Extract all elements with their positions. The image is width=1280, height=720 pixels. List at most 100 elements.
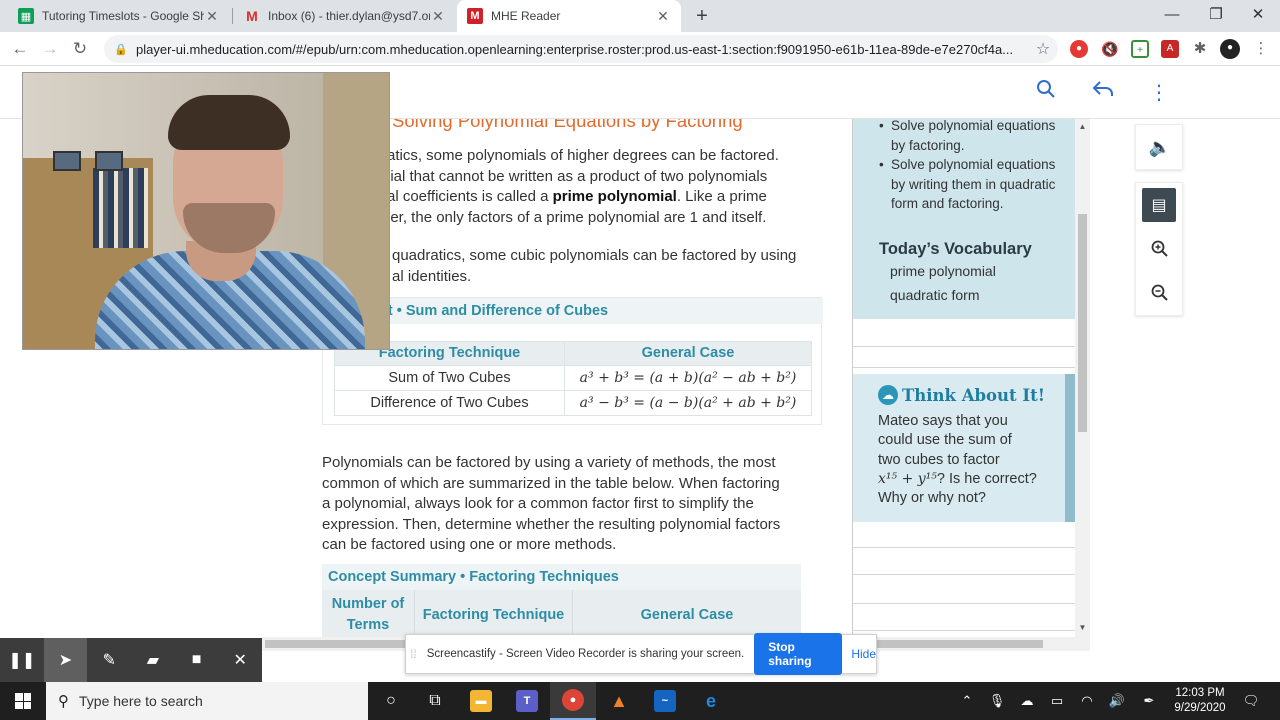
chrome-icon[interactable]: ● [550,682,596,720]
windows-taskbar: ⚲ Type here to search ○ ⧉ ▬ T ● ▲ ~ e ⌃ … [0,682,1280,720]
microphone-icon[interactable]: 🎙 [984,682,1010,720]
mhe-icon: M [467,8,483,24]
zoom-in-icon[interactable] [1136,227,1184,271]
paragraph-intro: ratics, some polynomials of higher degre… [382,147,779,226]
table-header: General Case [640,606,734,623]
think-title: Think About It! [902,385,1046,405]
concept-summary-title: Concept Summary • Factoring Techniques [322,564,801,590]
paragraph-cubic: quadratics, some cubic polynomials can b… [392,247,797,285]
vocab-term[interactable]: prime polynomial [890,263,996,279]
cursor-icon[interactable]: ➤ [43,638,88,682]
minimize-icon[interactable]: — [1150,0,1194,32]
zoom-out-icon[interactable] [1136,271,1184,315]
volume-icon[interactable]: 🔊 [1104,682,1130,720]
search-icon[interactable] [1032,79,1060,107]
windows-icon [15,693,31,709]
profile-avatar[interactable]: ● [1220,39,1240,59]
close-window-icon[interactable]: ✕ [1236,0,1280,32]
table-header: Number of Terms [322,590,415,637]
reload-icon[interactable]: ↻ [67,36,93,62]
task-view-icon[interactable]: ⧉ [412,682,458,720]
bookmark-star-icon[interactable]: ☆ [1028,39,1058,59]
battery-icon[interactable]: ▭ [1044,682,1070,720]
whiteboard-icon[interactable]: ~ [642,682,688,720]
onedrive-icon[interactable]: ☁ [1014,682,1040,720]
back-icon[interactable]: ← [7,36,33,62]
new-tab-button[interactable]: + [690,4,714,28]
highlighter-icon[interactable]: ▰ [131,638,175,682]
screen-sharing-bar: ⁞⁞ Screencastify - Screen Video Recorder… [405,633,877,675]
extensions-puzzle-icon[interactable]: ✱ [1191,40,1209,58]
lock-icon: 🔒 [114,43,128,56]
file-explorer-icon[interactable]: ▬ [458,682,504,720]
vlc-icon[interactable]: ▲ [596,682,642,720]
drag-handle-icon[interactable]: ⁞⁞ [406,647,421,661]
list-item: Solve polynomial equations by writing th… [879,155,1066,214]
forward-icon[interactable]: → [37,36,63,62]
start-button[interactable] [0,682,46,720]
return-icon[interactable] [1089,79,1117,107]
tab-tutoring-timeslots[interactable]: ▦ Tutoring Timeslots - Google She ✕ [8,0,230,32]
tab-inbox[interactable]: M Inbox (6) - thier.dylan@ysd7.org ✕ [234,0,456,32]
close-icon[interactable]: ✕ [430,8,446,25]
stop-sharing-button[interactable]: Stop sharing [754,633,843,675]
chrome-menu-icon[interactable]: ⋮ [1252,40,1270,58]
pen-workspace-icon[interactable]: ✒ [1136,682,1162,720]
concept-title: ept • Sum and Difference of Cubes [323,298,823,324]
pen-icon[interactable]: ✎ [87,638,131,682]
pdf-extension-icon[interactable]: A [1161,40,1179,58]
restore-icon[interactable]: ❐ [1194,0,1238,32]
vocabulary-title: Today’s Vocabulary [879,240,1032,258]
camera-icon[interactable]: ■ [175,638,219,682]
speaker-icon[interactable]: 🔈 [1136,125,1184,169]
more-options-icon[interactable]: ⋮ [1145,79,1173,107]
browser-tab-strip: ▦ Tutoring Timeslots - Google She ✕ M In… [0,0,1280,32]
teams-icon[interactable]: T [504,682,550,720]
sharing-message: Screencastify - Screen Video Recorder is… [426,648,745,660]
vertical-scrollbar[interactable]: ▲ ▼ [1075,119,1090,637]
extension-record-icon[interactable]: ● [1070,40,1088,58]
paragraph-methods: Polynomials can be factored by using a v… [322,454,781,553]
lesson-heading: Solving Polynomial Equations by Factorin… [392,119,743,131]
notifications-icon[interactable]: 🗨 [1238,682,1264,720]
extension-plus-icon[interactable]: + [1131,40,1149,58]
screencastify-controls: ❚❚ ➤ ✎ ▰ ■ ✕ [0,638,262,682]
summary-table-header: Number of Terms Factoring Technique Gene… [322,590,801,637]
table-header: Factoring Technique [415,590,573,637]
close-icon[interactable]: ✕ [655,8,671,25]
cortana-icon[interactable]: ○ [368,682,414,720]
tab-mhe-reader[interactable]: M MHE Reader ✕ [457,0,681,32]
list-item: Solve polynomial equations by factoring. [879,119,1066,155]
tab-title: Tutoring Timeslots - Google She [42,9,204,23]
lesson-column: Solving Polynomial Equations by Factorin… [322,119,832,637]
table-row: Difference of Two Cubes a³ − b³ = (a − b… [334,390,812,416]
system-clock[interactable]: 12:03 PM 9/29/2020 [1168,686,1232,716]
address-bar[interactable]: 🔒 player-ui.mheducation.com/#/epub/urn:c… [104,35,1058,63]
show-hidden-icons-icon[interactable]: ⌃ [954,682,980,720]
edge-icon[interactable]: e [688,682,734,720]
search-icon: ⚲ [58,693,69,710]
gmail-icon: M [246,8,258,24]
close-icon[interactable]: ✕ [218,638,262,682]
table-header: General Case [564,341,812,366]
wifi-icon[interactable]: ◠ [1074,682,1100,720]
webcam-overlay[interactable] [22,72,390,350]
hide-button[interactable]: Hide [851,647,876,661]
url-text: player-ui.mheducation.com/#/epub/urn:com… [136,41,1014,57]
layout-toggle-icon[interactable]: ▤ [1142,188,1176,222]
sheets-icon: ▦ [18,8,34,24]
screen: ▦ Tutoring Timeslots - Google She ✕ M In… [0,0,1280,720]
think-body: Mateo says that you could use the sum of… [878,413,1037,507]
lightbulb-icon: ☁ [878,385,898,405]
reader-tools: ▤ [1135,182,1183,316]
close-icon[interactable]: ✕ [204,8,220,25]
mute-icon[interactable]: 🔇 [1101,40,1119,58]
audio-tool: 🔈 [1135,124,1183,170]
tab-title: Inbox (6) - thier.dylan@ysd7.org [268,9,430,23]
pause-icon[interactable]: ❚❚ [0,638,44,682]
objectives-list: Solve polynomial equations by factoring.… [879,119,1066,214]
cubes-table: Factoring Technique General Case Sum of … [334,341,812,416]
vocab-term[interactable]: quadratic form [890,287,979,303]
sidebar-column: Solve polynomial equations by factoring.… [853,119,1075,637]
taskbar-search[interactable]: ⚲ Type here to search [46,682,368,720]
